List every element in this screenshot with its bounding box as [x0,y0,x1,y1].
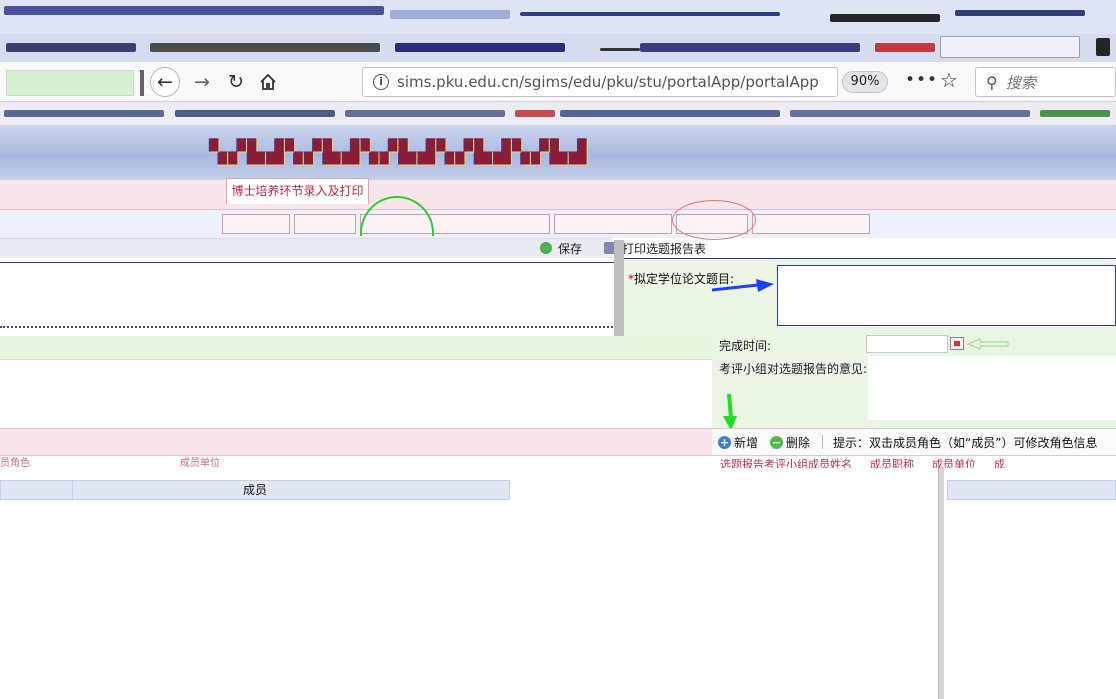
toolbar-divider [822,435,824,449]
page-actions-icon[interactable]: ••• [905,70,938,90]
grid-header-right: 选题报告考评小组成员姓名 成员职称 成员单位 成 [712,456,1116,468]
module-tab-band [0,180,1116,210]
window-title-bar [0,0,1116,34]
add-label: 新增 [734,435,759,450]
save-icon [540,242,552,254]
left-band [0,336,712,360]
search-icon: ⚲ [986,72,998,92]
table-row-right[interactable] [947,480,1116,500]
title-smear [830,14,940,22]
delete-icon: − [770,435,784,449]
site-banner: ▚▞▙▟▚▞▙▟▚▞▙▟▚▞▙▟▚▞▙▟ [0,126,1116,180]
annotation-red-circle [672,200,756,240]
title-smear [955,10,1085,16]
new-tab-button[interactable] [1096,38,1110,56]
tab-smear[interactable] [395,43,565,52]
annotation-green-arrow [723,394,737,431]
grid-body [0,468,1116,699]
bookmark-item[interactable] [1040,110,1110,117]
bookmark-item[interactable] [345,110,505,117]
grid-title-band [0,428,712,456]
site-logo-title: ▚▞▙▟▚▞▙▟▚▞▙▟▚▞▙▟▚▞▙▟ [210,140,589,165]
add-member-button[interactable]: + 新增 [718,434,758,451]
panel-divider [614,240,624,336]
subtab[interactable] [554,214,672,234]
completion-time-input[interactable] [866,335,948,353]
subtab[interactable] [294,214,356,234]
title-smear [520,12,780,16]
delete-label: 删除 [786,435,811,450]
browser-tab-row [0,34,1116,62]
site-info-icon[interactable]: i [373,74,389,90]
bookmark-item[interactable] [175,110,335,117]
bookmark-item[interactable] [790,110,1030,117]
reload-icon: ↻ [228,71,244,93]
committee-opinion-label: 考评小组对选题报告的意见: [719,362,868,376]
save-button[interactable]: 保存 [558,240,582,257]
committee-grid-toolbar: + 新增 − 删除 提示：双击成员角色（如“成员”）可修改角色信息 [712,428,1116,456]
completion-time-label: 完成时间: [719,339,772,353]
toolbar-separator [140,70,144,96]
sidebar-field[interactable] [6,70,134,96]
tab-smear[interactable] [640,43,860,52]
subtab[interactable] [752,214,870,234]
cell-divider [72,480,73,500]
annotation-blue-arrow [711,279,774,292]
bookmark-item[interactable] [560,110,780,117]
tab-smear[interactable] [150,43,380,52]
left-text-area[interactable] [0,262,616,328]
column-header-member-title[interactable]: 成员职称 [870,456,914,468]
committee-opinion-input[interactable] [868,356,1116,420]
tab-phd-training-entry[interactable]: 博士培养环节录入及打印 [226,178,369,204]
title-smear [390,10,510,19]
reload-button[interactable]: ↻ [221,67,251,97]
tab-smear[interactable] [6,43,136,52]
toolbar-strip [0,238,612,258]
grid-hint-text: 提示：双击成员角色（如“成员”）可修改角色信息 [833,435,1098,450]
form-toolbar: 保存 打印选题报告表 [540,238,840,258]
title-smear [4,6,384,15]
subtab[interactable] [222,214,290,234]
pane-splitter[interactable] [938,468,944,699]
bookmark-item[interactable] [4,110,164,117]
left-blank-area [0,360,712,428]
column-header-unit-left[interactable]: 成员单位 [180,456,220,468]
home-icon [260,73,276,90]
forward-button[interactable]: → [187,67,217,97]
search-bar[interactable]: ⚲ 搜索 [975,67,1116,97]
zoom-level-badge[interactable]: 90% [842,71,888,93]
annotation-light-arrow [966,337,1009,351]
print-report-button[interactable]: 打印选题报告表 [622,240,706,257]
column-header-member-unit[interactable]: 成员单位 [932,456,976,468]
delete-member-button[interactable]: − 删除 [770,434,810,451]
column-header-more[interactable]: 成 [994,456,1005,468]
subtab-band [0,210,1116,238]
url-text[interactable]: sims.pku.edu.cn/sgims/edu/pku/stu/portal… [397,73,819,91]
column-header-role[interactable]: 员角色 [0,456,30,468]
active-tab[interactable] [940,36,1080,58]
bookmark-star-icon[interactable]: ☆ [940,68,958,92]
bookmark-item[interactable] [515,110,555,117]
add-icon: + [718,435,731,449]
home-button[interactable] [253,67,283,97]
thesis-title-input[interactable] [777,265,1116,326]
arrow-left-icon: ← [157,71,173,93]
table-row[interactable]: 成员 [0,480,510,500]
member-role-cell[interactable]: 成员 [243,483,267,497]
back-button[interactable]: ← [150,67,180,97]
column-header-member-name[interactable]: 选题报告考评小组成员姓名 [720,456,852,468]
arrow-right-icon: → [194,71,210,93]
bookmarks-toolbar [0,102,1116,126]
address-bar[interactable]: i sims.pku.edu.cn/sgims/edu/pku/stu/port… [362,67,838,97]
calendar-icon[interactable] [950,337,964,350]
tab-smear [600,48,640,51]
grid-header-left: 员角色 成员单位 [0,456,712,468]
search-placeholder: 搜索 [1005,73,1036,92]
tab-smear[interactable] [875,43,935,52]
